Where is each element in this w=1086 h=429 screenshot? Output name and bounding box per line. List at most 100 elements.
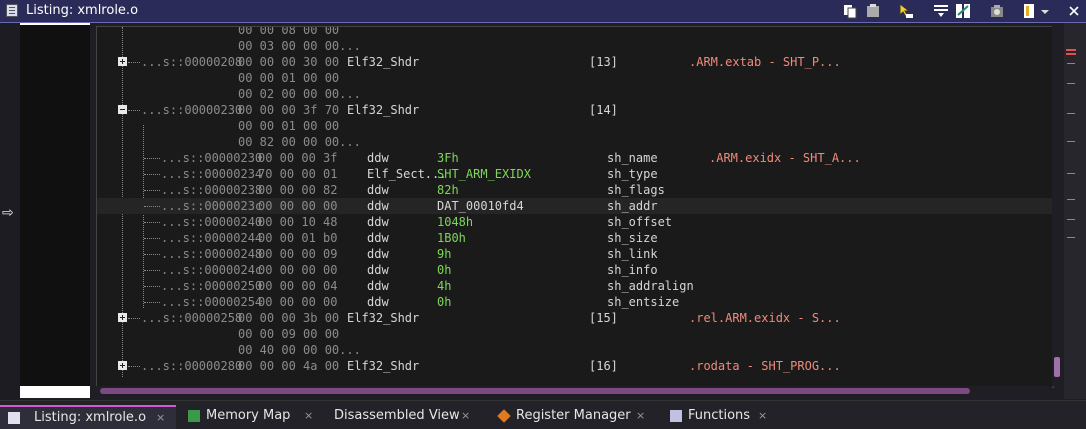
- address: ...s::00000280: [141, 359, 243, 373]
- bytes: 00 02 00 00 00...: [238, 87, 361, 101]
- continuation-row[interactable]: 00 00 09 00 00: [97, 326, 1053, 342]
- field-row[interactable]: ...s::00000244 00 00 01 b0 ddw 1B0h sh_size: [97, 230, 1053, 246]
- operand: 82h: [437, 183, 459, 197]
- cursor-icon[interactable]: [898, 3, 914, 19]
- field-row[interactable]: ...s::0000024c 00 00 00 00 ddw 0h sh_info: [97, 262, 1053, 278]
- tab-memory-map[interactable]: Memory Map ×: [180, 405, 320, 427]
- vertical-scrollbar[interactable]: [1052, 26, 1062, 386]
- expand-icon[interactable]: [118, 313, 127, 322]
- continuation-row[interactable]: 00 00 08 00 00: [97, 26, 1053, 38]
- continuation-row[interactable]: 00 40 00 00 00...: [97, 342, 1053, 358]
- tree-line: [144, 286, 160, 287]
- field-row[interactable]: ...s::00000248 00 00 00 09 ddw 9h sh_link: [97, 246, 1053, 262]
- error-marker[interactable]: [1066, 49, 1076, 51]
- field-row[interactable]: ...s::00000238 00 00 00 82 ddw 82h sh_flags: [97, 182, 1053, 198]
- edit-icon[interactable]: [1022, 3, 1038, 19]
- horizontal-scrollbar[interactable]: [96, 386, 1052, 396]
- vertical-scroll-thumb[interactable]: [1054, 357, 1060, 377]
- continuation-row[interactable]: 00 03 00 00 00...: [97, 38, 1053, 54]
- field-name: sh_name: [607, 151, 658, 165]
- field-name: sh_flags: [607, 183, 665, 197]
- bookmark-marker: [1067, 237, 1075, 238]
- tab-disassembled-view[interactable]: Disassembled View ×: [326, 405, 476, 427]
- mnemonic: Elf32_Shdr: [347, 311, 420, 325]
- operand: 0h: [437, 295, 452, 309]
- bytes: 00 00 00 09: [258, 247, 338, 261]
- tab-close-icon[interactable]: ×: [758, 405, 767, 427]
- bookmark-marker: [1067, 63, 1075, 64]
- comment: .rodata - SHT_PROG...: [689, 359, 841, 373]
- tree-line: [144, 270, 160, 271]
- diff-icon[interactable]: [955, 3, 971, 19]
- navigation-icon[interactable]: [933, 3, 949, 19]
- tree-line: [144, 254, 160, 255]
- bytes: 00 00 00 3b 00: [238, 311, 340, 325]
- copy-icon[interactable]: [843, 3, 859, 19]
- field-row[interactable]: ...s::0000023c 00 00 00 00 ddw DAT_00010fd4…: [97, 198, 1053, 214]
- close-icon[interactable]: [1066, 3, 1082, 19]
- tree-line: [144, 238, 160, 239]
- field-name: sh_addralign: [607, 279, 694, 293]
- array-index: [13]: [589, 55, 618, 69]
- tab-label: Functions: [688, 408, 751, 423]
- struct-row[interactable]: ...s::00000280 00 00 00 4a 00 Elf32_Shdr [1…: [97, 358, 1053, 374]
- struct-row[interactable]: ...s::00000230 00 00 00 3f 70 Elf32_Shdr [1…: [97, 102, 1053, 118]
- collapse-icon[interactable]: [118, 105, 127, 114]
- bookmark-marker: [1067, 199, 1075, 200]
- marker-margin: [1064, 23, 1086, 399]
- field-name: sh_link: [607, 247, 658, 261]
- mnemonic: Elf_Sect...: [367, 167, 447, 181]
- dropdown-icon[interactable]: [1040, 3, 1050, 19]
- comment: .ARM.exidx - SHT_A...: [709, 151, 861, 165]
- field-row[interactable]: ...s::00000240 00 00 10 48 ddw 1048h sh_offs…: [97, 214, 1053, 230]
- tree-line: [128, 366, 140, 367]
- field-row[interactable]: ...s::00000234 70 00 00 01 Elf_Sect... SHT_…: [97, 166, 1053, 182]
- paste-icon[interactable]: [865, 3, 881, 19]
- bytes: 00 40 00 00 00...: [238, 343, 361, 357]
- tab-register-manager[interactable]: Register Manager ×: [490, 405, 650, 427]
- field-row[interactable]: ...s::00000250 00 00 00 04 ddw 4h sh_addrali…: [97, 278, 1053, 294]
- snapshot-icon[interactable]: [989, 3, 1005, 19]
- tab-functions[interactable]: Functions ×: [662, 405, 772, 427]
- array-index: [16]: [589, 359, 618, 373]
- mnemonic: ddw: [367, 295, 389, 309]
- field-row[interactable]: ...s::00000254 00 00 00 00 ddw 0h sh_entsize: [97, 294, 1053, 310]
- field-name: sh_entsize: [607, 295, 680, 309]
- address: ...s::00000208: [141, 55, 243, 69]
- continuation-row[interactable]: 00 00 01 00 00: [97, 118, 1053, 134]
- struct-row[interactable]: ...s::00000208 00 00 00 30 00 Elf32_Shdr [1…: [97, 54, 1053, 70]
- bytes: 00 00 09 00 00: [238, 327, 340, 341]
- tab-close-icon[interactable]: ×: [304, 405, 313, 427]
- address: ...s::0000023c: [161, 199, 263, 213]
- field-row[interactable]: ...s::00000230 00 00 00 3f ddw 3Fh sh_name .A…: [97, 150, 1053, 166]
- tab-close-icon[interactable]: ×: [461, 405, 470, 427]
- continuation-row[interactable]: 00 00 01 00 00: [97, 70, 1053, 86]
- bytes: 00 00 08 00 00: [238, 26, 340, 37]
- continuation-row[interactable]: 00 02 00 00 00...: [97, 86, 1053, 102]
- address: ...s::00000258: [141, 311, 243, 325]
- bytes: 00 00 01 00 00: [238, 71, 340, 85]
- tab-listing-xmlrole-o[interactable]: Listing: xmlrole.o ×: [0, 405, 176, 429]
- bytes: 70 00 00 01: [258, 167, 338, 181]
- bytes: 00 00 00 3f 70: [238, 103, 340, 117]
- bytes: 00 00 00 04: [258, 279, 338, 293]
- bookmark-marker: [1067, 219, 1075, 220]
- bookmark-marker: [1067, 141, 1075, 142]
- expand-icon[interactable]: [118, 57, 127, 66]
- operand: DAT_00010fd4: [437, 199, 524, 213]
- mnemonic: ddw: [367, 263, 389, 277]
- listing-view[interactable]: 00 00 08 00 00 00 03 00 00 00... ...s::000…: [96, 26, 1054, 388]
- tree-line: [144, 158, 160, 159]
- bytes: 00 00 01 00 00: [238, 119, 340, 133]
- error-marker[interactable]: [1066, 53, 1076, 55]
- struct-row[interactable]: ...s::00000258 00 00 00 3b 00 Elf32_Shdr [1…: [97, 310, 1053, 326]
- address: ...s::00000250: [161, 279, 263, 293]
- continuation-row[interactable]: 00 82 00 00 00...: [97, 134, 1053, 150]
- bookmark-marker: [1067, 83, 1075, 84]
- tab-close-icon[interactable]: ×: [636, 405, 645, 427]
- horizontal-scroll-thumb[interactable]: [100, 388, 970, 394]
- expand-icon[interactable]: [118, 361, 127, 370]
- tab-label: Memory Map: [206, 408, 291, 423]
- address: ...s::00000230: [141, 103, 243, 117]
- tab-close-icon[interactable]: ×: [156, 407, 165, 429]
